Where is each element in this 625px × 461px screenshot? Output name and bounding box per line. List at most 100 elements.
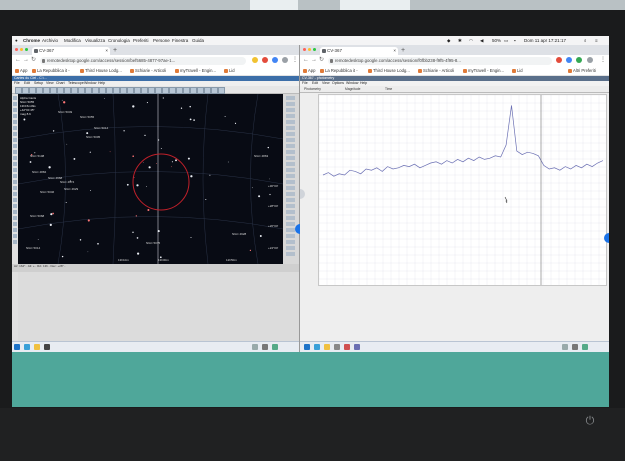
tool-button[interactable] xyxy=(13,138,17,142)
control-center-icon[interactable]: ≡ xyxy=(595,36,598,45)
close-tab-icon[interactable]: × xyxy=(105,47,108,55)
search-icon[interactable]: ⌕ xyxy=(584,36,587,45)
bookmark-repubblica[interactable]: La Repubblica it - xyxy=(320,66,358,75)
tool-button[interactable] xyxy=(13,192,17,196)
toolbar-button[interactable] xyxy=(183,87,190,94)
tool-button[interactable] xyxy=(286,132,295,136)
tool-button[interactable] xyxy=(286,138,295,142)
tool-button[interactable] xyxy=(13,180,17,184)
toolbar-button[interactable] xyxy=(155,87,162,94)
toolbar-button[interactable] xyxy=(71,87,78,94)
bookmark-apps[interactable]: App xyxy=(15,66,27,75)
tool-button[interactable] xyxy=(286,102,295,106)
remote-desktop-side-handle[interactable] xyxy=(295,224,300,234)
bluetooth-icon[interactable]: ✱ xyxy=(458,36,462,45)
toolbar-button[interactable] xyxy=(148,87,155,94)
tool-button[interactable] xyxy=(13,168,17,172)
object-label[interactable]: NGC 5055 xyxy=(80,115,94,119)
profile-avatar[interactable] xyxy=(282,57,288,63)
tool-button[interactable] xyxy=(13,120,17,124)
tool-button[interactable] xyxy=(13,234,17,238)
toolbar-button[interactable] xyxy=(50,87,57,94)
tool-button[interactable] xyxy=(286,252,295,256)
toolbar-button[interactable] xyxy=(141,87,148,94)
tool-button[interactable] xyxy=(13,162,17,166)
tool-button[interactable] xyxy=(286,216,295,220)
tray-icon[interactable] xyxy=(252,344,258,350)
address-bar[interactable]: remotedesktop.google.com/access/session/… xyxy=(40,56,246,65)
tool-button[interactable] xyxy=(13,240,17,244)
remote-desktop-view[interactable]: CV-367 - photometry File Edit View Optio… xyxy=(300,76,609,352)
wifi-icon[interactable]: ◠ xyxy=(469,36,473,45)
back-icon[interactable]: ← xyxy=(303,56,309,65)
close-window-icon[interactable] xyxy=(15,48,18,51)
toolbar-button[interactable] xyxy=(162,87,169,94)
tool-button[interactable] xyxy=(286,240,295,244)
tray-icon[interactable] xyxy=(572,344,578,350)
tool-button[interactable] xyxy=(13,222,17,226)
bookmark-schiarie[interactable]: Schiarie - Articoli xyxy=(418,66,454,75)
ie-icon[interactable] xyxy=(314,344,320,350)
toolbar-button[interactable] xyxy=(134,87,141,94)
object-label[interactable]: NGC 5108 xyxy=(30,154,44,158)
toolbar-button[interactable] xyxy=(113,87,120,94)
menu-archivio[interactable]: Archivio xyxy=(42,36,58,45)
back-icon[interactable]: ← xyxy=(15,56,21,65)
extension-icon[interactable] xyxy=(556,57,562,63)
bookmark-apps[interactable]: App xyxy=(303,66,315,75)
battery-percent[interactable]: 50% xyxy=(492,36,501,45)
menu-persone[interactable]: Persone xyxy=(153,36,170,45)
bookmark-schiarie[interactable]: Schiarie - Articoli xyxy=(130,66,166,75)
tool-button[interactable] xyxy=(286,150,295,154)
side-panel-handle[interactable] xyxy=(300,189,305,199)
toolbar-button[interactable] xyxy=(99,87,106,94)
dropbox-icon[interactable]: ◆ xyxy=(447,36,450,45)
toolbar-button[interactable] xyxy=(106,87,113,94)
tool-button[interactable] xyxy=(13,102,17,106)
ie-icon[interactable] xyxy=(24,344,30,350)
tool-button[interactable] xyxy=(286,198,295,202)
extension-icon[interactable] xyxy=(262,57,268,63)
toolbar-button[interactable] xyxy=(169,87,176,94)
tray-icon[interactable] xyxy=(262,344,268,350)
object-label[interactable]: NGC 5005 xyxy=(86,135,100,139)
tool-button[interactable] xyxy=(13,204,17,208)
tool-button[interactable] xyxy=(286,120,295,124)
reload-icon[interactable]: ↻ xyxy=(319,56,324,65)
address-bar[interactable]: remotedesktop.google.com/access/session/… xyxy=(328,56,552,65)
object-label[interactable]: NGC 5049 xyxy=(58,110,72,114)
toolbar-button[interactable] xyxy=(64,87,71,94)
tool-button[interactable] xyxy=(286,246,295,250)
tool-button[interactable] xyxy=(286,174,295,178)
tool-button[interactable] xyxy=(13,156,17,160)
close-window-icon[interactable] xyxy=(303,48,306,51)
tool-button[interactable] xyxy=(13,126,17,130)
menu-modifica[interactable]: Modifica xyxy=(64,36,81,45)
bookmark-repubblica[interactable]: La Repubblica it - xyxy=(32,66,70,75)
menu-visualizza[interactable]: Visualizza xyxy=(85,36,105,45)
tool-button[interactable] xyxy=(286,126,295,130)
magnitude-select[interactable]: Magnitude xyxy=(345,86,360,92)
tool-button[interactable] xyxy=(13,210,17,214)
start-icon[interactable] xyxy=(304,344,310,350)
tool-button[interactable] xyxy=(286,192,295,196)
lightcurve-plot[interactable] xyxy=(318,94,607,286)
bookmark-other[interactable]: Altri Preferiti xyxy=(568,66,596,75)
object-label[interactable]: NGC 5014 xyxy=(94,126,108,130)
tool-button[interactable] xyxy=(286,96,295,100)
close-tab-icon[interactable]: × xyxy=(393,47,396,55)
toolbar-button[interactable] xyxy=(57,87,64,94)
tool-button[interactable] xyxy=(286,108,295,112)
tool-button[interactable] xyxy=(286,144,295,148)
tool-button[interactable] xyxy=(286,234,295,238)
tool-button[interactable] xyxy=(13,150,17,154)
menu-preferiti[interactable]: Preferiti xyxy=(133,36,149,45)
folder-icon[interactable] xyxy=(34,344,40,350)
bookmark-lid[interactable]: Lid xyxy=(224,66,235,75)
object-label[interactable]: NGC 4974 xyxy=(60,180,74,184)
tool-button[interactable] xyxy=(286,228,295,232)
tool-button[interactable] xyxy=(286,162,295,166)
toolbar-button[interactable] xyxy=(29,87,36,94)
tool-button[interactable] xyxy=(13,96,17,100)
object-label[interactable]: NGC 4863 xyxy=(254,154,268,158)
